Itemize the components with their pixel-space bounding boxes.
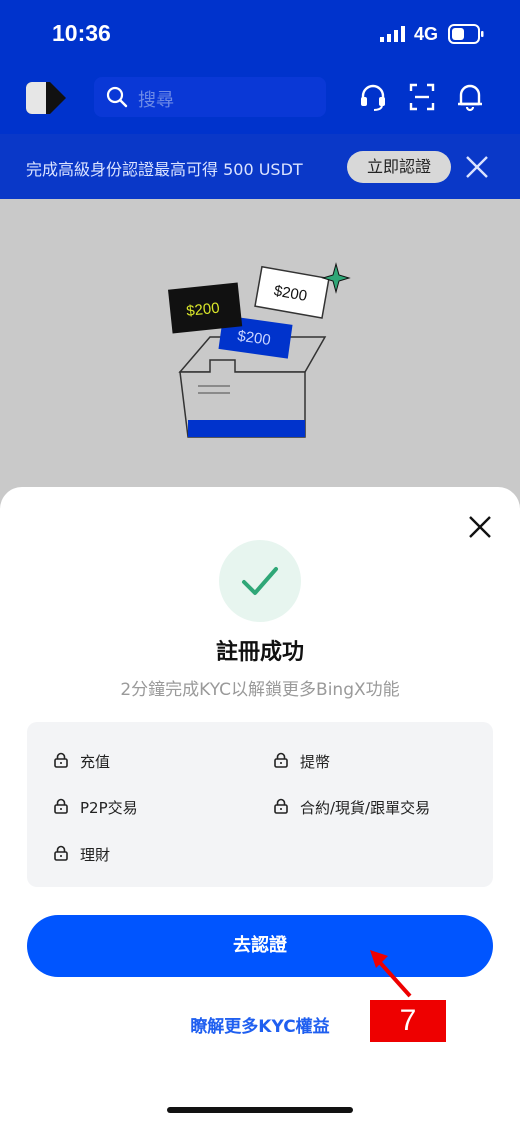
step-number-badge: 7 xyxy=(370,1000,446,1042)
lock-icon xyxy=(274,752,288,768)
illustration-card-label: $200 xyxy=(185,300,220,320)
scan-icon[interactable] xyxy=(408,82,436,112)
bingx-logo-icon[interactable] xyxy=(24,80,70,116)
search-placeholder: 搜尋 xyxy=(138,90,174,111)
lock-icon xyxy=(54,845,68,861)
search-input[interactable]: 搜尋 xyxy=(94,77,326,117)
sheet-subtitle: 2分鐘完成KYC以解鎖更多BingX功能 xyxy=(120,680,400,700)
success-check-icon xyxy=(219,540,301,622)
kyc-promo-banner: 完成高級身份認證最高可得 500 USDT 立即認證 xyxy=(0,134,520,199)
search-icon xyxy=(106,86,128,108)
notification-bell-icon[interactable] xyxy=(456,82,484,112)
feature-label: 充值 xyxy=(80,753,111,771)
annotation-arrow-icon xyxy=(370,950,412,998)
close-icon[interactable] xyxy=(464,154,490,180)
feature-label: 提幣 xyxy=(300,753,331,771)
kyc-feature-list: 充值 提幣 P2P交易 合約/現貨/跟單交易 理財 xyxy=(27,722,493,887)
feature-label: 理財 xyxy=(80,846,111,864)
sheet-title: 註冊成功 xyxy=(215,640,304,665)
app-header: 搜尋 xyxy=(0,66,520,134)
banner-text: 完成高級身份認證最高可得 500 USDT xyxy=(26,160,303,179)
status-time: 10:36 xyxy=(52,20,111,46)
lock-icon xyxy=(274,798,288,814)
lock-icon xyxy=(54,798,68,814)
battery-icon xyxy=(448,24,484,44)
feature-label: P2P交易 xyxy=(80,799,138,817)
network-type: 4G xyxy=(414,24,439,44)
verify-now-button[interactable]: 立即認證 xyxy=(347,151,451,183)
lock-icon xyxy=(54,752,68,768)
support-headset-icon[interactable] xyxy=(359,82,387,112)
status-bar: 10:36 4G xyxy=(0,0,520,66)
feature-label: 合約/現貨/跟單交易 xyxy=(300,799,431,817)
home-indicator[interactable] xyxy=(167,1107,353,1113)
close-icon[interactable] xyxy=(468,515,492,539)
reward-folder-illustration: $200 $200 $200 xyxy=(167,262,351,438)
signal-icon xyxy=(380,26,405,42)
